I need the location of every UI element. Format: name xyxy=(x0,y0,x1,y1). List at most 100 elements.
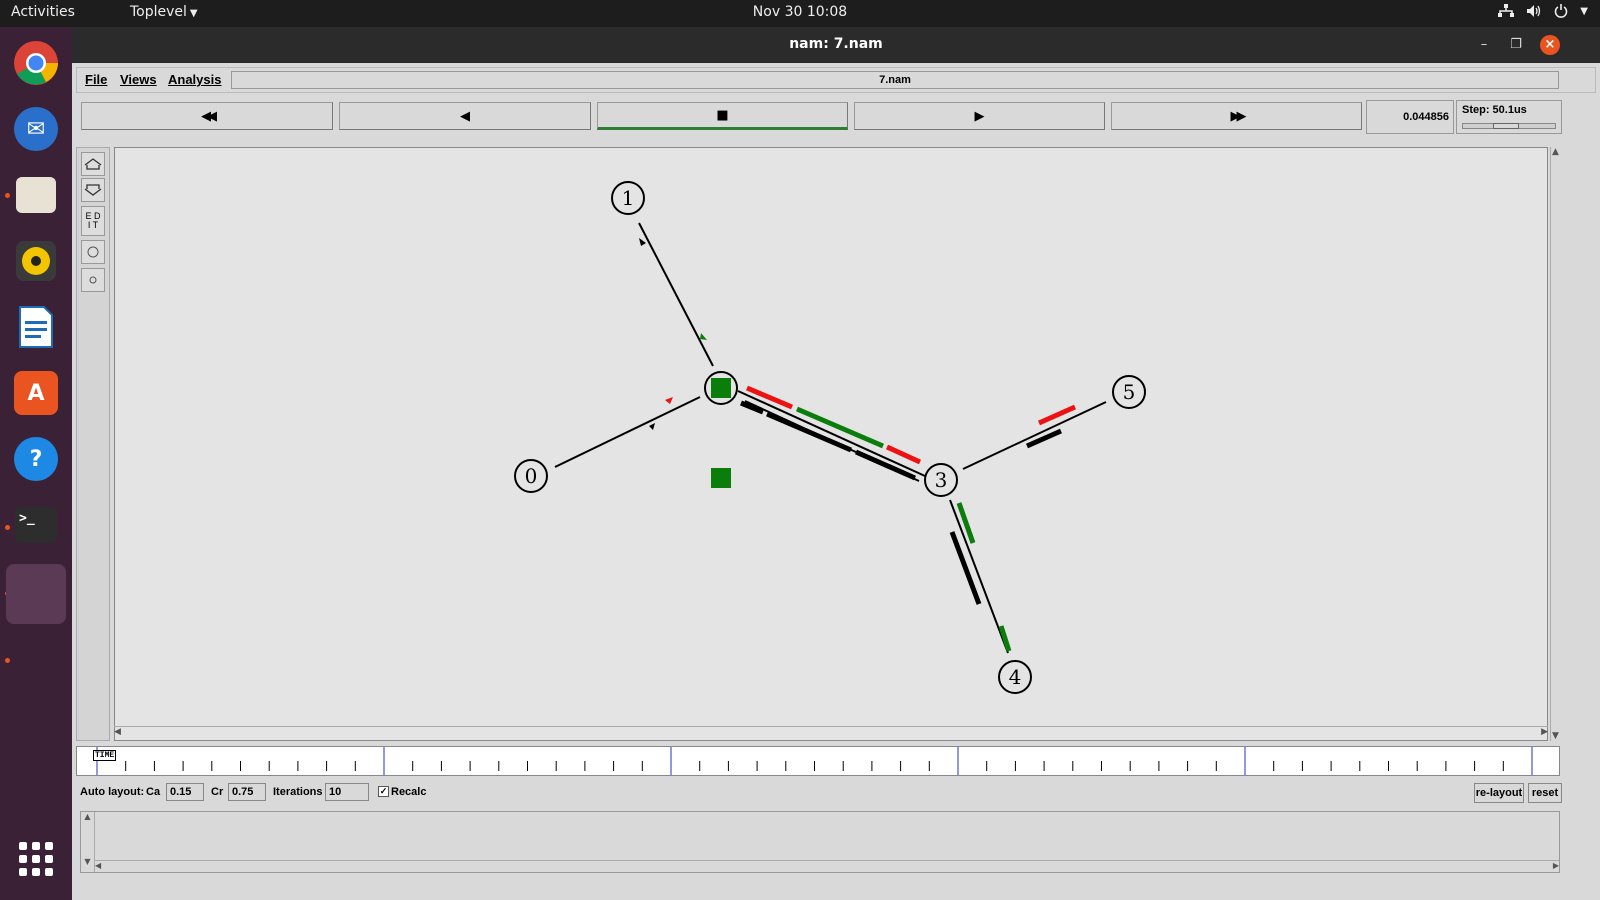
time-marker[interactable]: TIME xyxy=(93,750,117,761)
clock[interactable]: Nov 30 10:08 xyxy=(0,4,1600,20)
ca-label: Ca xyxy=(146,786,161,798)
nam-window: nam: 7.nam – ❐ × File Views Analysis 7.n… xyxy=(72,27,1600,900)
iterations-input[interactable] xyxy=(325,783,369,801)
node-1[interactable]: 1 xyxy=(611,181,645,215)
dock-item-active-window[interactable] xyxy=(6,564,66,624)
edit-toolbar: E D I T xyxy=(76,147,110,741)
circle-small-icon[interactable] xyxy=(81,268,105,292)
node-2[interactable] xyxy=(704,371,738,405)
playback-controls: ◀◀ ◀ ■ ▶ ▶▶ 0.044856 Step: 50.1us xyxy=(76,100,1596,138)
reset-button[interactable]: reset xyxy=(1528,783,1562,803)
network-canvas[interactable]: 1 0 3 5 4 xyxy=(114,147,1548,741)
scroll-left-icon[interactable]: ◀ xyxy=(95,861,101,870)
menu-analysis[interactable]: Analysis xyxy=(168,72,221,87)
system-tray[interactable]: ▼ xyxy=(1498,4,1588,18)
packet xyxy=(700,333,707,340)
fast-forward-icon: ▶▶ xyxy=(1230,108,1247,124)
link-3-5 xyxy=(962,401,1107,470)
network-topology: 1 0 3 5 4 xyxy=(514,181,1146,694)
packet-flow-red xyxy=(1037,404,1077,426)
dock-item-writer[interactable] xyxy=(6,297,66,357)
top-bar: Activities Toplevel ▼ Nov 30 10:08 ▼ xyxy=(0,0,1600,27)
packet-flow-red xyxy=(885,444,922,465)
relayout-button[interactable]: re-layout xyxy=(1474,783,1524,803)
auto-layout-bar: Auto layout: Ca Cr Iterations ✓ Recalc r… xyxy=(80,783,1562,803)
step-control: Step: 50.1us xyxy=(1456,100,1562,134)
rewind-button[interactable]: ◀◀ xyxy=(81,102,333,130)
link-2-3 xyxy=(737,390,926,477)
show-applications-icon[interactable] xyxy=(19,842,53,876)
timeline-slider[interactable]: TIME xyxy=(76,746,1560,776)
zoom-in-icon[interactable] xyxy=(81,152,105,176)
cr-input[interactable] xyxy=(228,783,266,801)
window-title: nam: 7.nam xyxy=(789,36,883,52)
close-icon[interactable]: × xyxy=(1540,35,1560,55)
link-0-2 xyxy=(554,396,701,468)
scroll-up-icon[interactable]: ▲ xyxy=(1552,147,1559,157)
title-bar[interactable]: nam: 7.nam – ❐ × xyxy=(72,27,1600,63)
timeline-ticks xyxy=(96,747,1533,775)
files-icon xyxy=(16,177,56,213)
step-label: Step: 50.1us xyxy=(1462,104,1527,116)
packet xyxy=(665,397,673,404)
menu-file[interactable]: File xyxy=(85,72,107,87)
trace-filename: 7.nam xyxy=(231,71,1559,89)
play-button[interactable]: ▶ xyxy=(854,102,1105,130)
dock-item-thunderbird[interactable]: ✉ xyxy=(6,99,66,159)
annotation-vscroll[interactable]: ▲ ▼ xyxy=(81,812,95,872)
horizontal-scrollbar[interactable]: ◀ ▶ xyxy=(114,726,1548,738)
dock-item-terminal[interactable]: >_ xyxy=(6,495,66,555)
vertical-scrollbar[interactable]: ▲ ▼ xyxy=(1550,147,1562,741)
scroll-left-icon[interactable]: ◀ xyxy=(114,727,121,737)
zoom-out-icon[interactable] xyxy=(81,178,105,202)
fast-forward-button[interactable]: ▶▶ xyxy=(1111,102,1362,130)
libreoffice-writer-icon xyxy=(19,306,53,348)
node-4[interactable]: 4 xyxy=(998,660,1032,694)
queue-marker xyxy=(711,378,731,398)
minimize-icon[interactable]: – xyxy=(1474,35,1494,55)
dock: ✉ A ? >_ xyxy=(0,27,72,900)
packet-flow-black xyxy=(1025,428,1063,449)
scroll-down-icon[interactable]: ▼ xyxy=(1552,731,1559,741)
play-icon: ▶ xyxy=(974,108,985,124)
cr-label: Cr xyxy=(211,786,224,798)
dock-item-software[interactable]: A xyxy=(6,363,66,423)
dock-item-help[interactable]: ? xyxy=(6,429,66,489)
chevron-down-icon: ▼ xyxy=(1580,5,1588,17)
node-5[interactable]: 5 xyxy=(1112,375,1146,409)
stop-button[interactable]: ■ xyxy=(597,102,848,130)
step-back-button[interactable]: ◀ xyxy=(339,102,591,130)
dock-item-files[interactable] xyxy=(6,165,66,225)
volume-icon xyxy=(1527,5,1541,17)
rewind-icon: ◀◀ xyxy=(201,108,217,124)
slider-thumb[interactable] xyxy=(1493,123,1519,129)
packet xyxy=(639,238,646,246)
packet-flow-black xyxy=(766,411,852,453)
ca-input[interactable] xyxy=(166,783,204,801)
recalc-checkbox[interactable]: ✓ xyxy=(378,786,389,797)
scroll-right-icon[interactable]: ▶ xyxy=(1553,861,1559,870)
iterations-label: Iterations xyxy=(273,786,323,798)
node-0[interactable]: 0 xyxy=(514,459,548,493)
node-label: 0 xyxy=(525,464,538,488)
packet-flow-green xyxy=(956,502,976,544)
annotation-panel[interactable]: ▲ ▼ ◀ ▶ xyxy=(80,811,1560,873)
step-slider[interactable] xyxy=(1462,123,1556,129)
menu-views[interactable]: Views xyxy=(120,72,157,87)
link-3-4 xyxy=(949,499,1009,654)
annotation-hscroll[interactable]: ◀ ▶ xyxy=(95,860,1559,872)
circle-large-icon[interactable] xyxy=(81,240,105,264)
menu-bar: File Views Analysis 7.nam xyxy=(76,67,1596,93)
edit-mode-button[interactable]: E D I T xyxy=(81,206,105,236)
power-icon xyxy=(1555,4,1568,18)
scroll-right-icon[interactable]: ▶ xyxy=(1541,727,1548,737)
node-3[interactable]: 3 xyxy=(924,463,958,497)
chrome-icon xyxy=(14,41,58,85)
dock-item-chrome[interactable] xyxy=(6,33,66,93)
dock-item-rhythmbox[interactable] xyxy=(6,231,66,291)
stop-icon: ■ xyxy=(716,107,729,123)
current-time: 0.044856 xyxy=(1366,100,1454,134)
maximize-icon[interactable]: ❐ xyxy=(1506,35,1526,55)
packet xyxy=(649,423,655,430)
network-icon xyxy=(1498,4,1515,17)
